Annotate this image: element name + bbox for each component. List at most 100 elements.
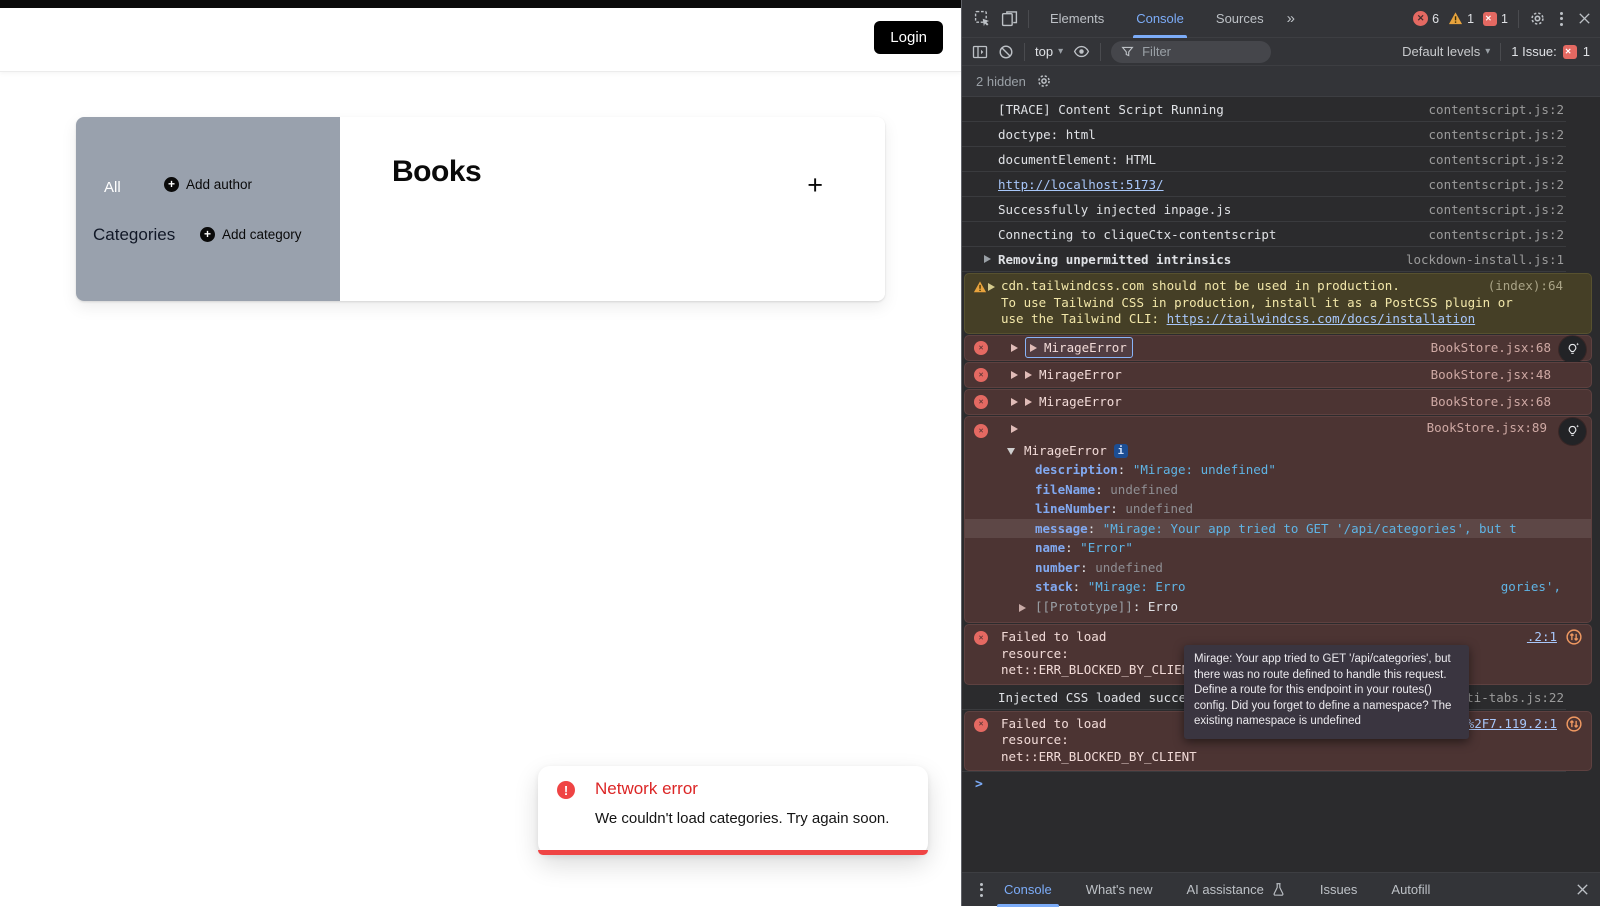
property-value-tail: gories', — [1501, 577, 1561, 597]
context-selector[interactable]: top ▾ — [1035, 44, 1063, 59]
warning-line: use the Tailwind CLI: — [1001, 311, 1167, 326]
app-header: Login — [0, 8, 961, 72]
expand-caret-icon[interactable] — [1011, 398, 1018, 406]
resource-link[interactable]: .2:1 — [1527, 629, 1557, 646]
error-exclamation-icon — [557, 781, 575, 799]
drawer-tab-label: AI assistance — [1187, 873, 1264, 907]
log-row: Successfully injected inpage.js contents… — [962, 197, 1600, 222]
source-link[interactable]: BookStore.jsx:68 — [1431, 336, 1551, 360]
error-object-name: MirageError — [1024, 443, 1107, 458]
prototype-row[interactable]: [[Prototype]]: Erro — [965, 597, 1591, 617]
focused-error-object[interactable]: MirageError — [1025, 337, 1133, 358]
add-author-button[interactable]: Add author — [164, 177, 252, 192]
drawer-tab-label: Issues — [1320, 873, 1358, 907]
books-panel: All Add author Categories Add category B… — [76, 117, 885, 301]
drawer-tab-whats-new[interactable]: What's new — [1069, 873, 1170, 907]
warning-triangle-icon — [973, 280, 987, 294]
log-text: Successfully injected inpage.js — [998, 202, 1231, 217]
tailwind-docs-link[interactable]: https://tailwindcss.com/docs/installatio… — [1167, 311, 1476, 326]
network-request-icon[interactable] — [1565, 628, 1583, 646]
add-category-button[interactable]: Add category — [200, 227, 302, 242]
add-book-button[interactable]: + — [807, 172, 823, 199]
close-drawer-icon[interactable] — [1575, 882, 1590, 897]
error-line: resource: — [1001, 646, 1069, 661]
source-link[interactable]: contentscript.js:2 — [1429, 197, 1564, 222]
expand-caret-icon[interactable] — [984, 255, 991, 263]
expand-caret-icon[interactable] — [1011, 371, 1018, 379]
more-options-icon[interactable] — [1556, 8, 1567, 30]
close-devtools-icon[interactable] — [1577, 11, 1592, 26]
source-link[interactable]: (index):64 — [1488, 278, 1563, 295]
info-badge-icon[interactable]: i — [1114, 444, 1128, 458]
error-line: Failed to load — [1001, 629, 1106, 644]
error-row: MirageError BookStore.jsx:68 — [964, 335, 1592, 361]
log-text: doctype: html — [998, 127, 1096, 142]
error-row: MirageError BookStore.jsx:48 — [964, 362, 1592, 388]
filter-box[interactable] — [1111, 41, 1271, 63]
log-text: documentElement: HTML — [998, 152, 1156, 167]
drawer-tab-issues[interactable]: Issues — [1303, 873, 1375, 907]
object-property-row: number: undefined — [965, 558, 1591, 578]
expand-caret-icon[interactable] — [1025, 398, 1032, 406]
app-page: Login All Add author Categories Add cate… — [0, 0, 961, 906]
expand-caret-icon[interactable] — [1011, 344, 1018, 352]
property-value: undefined — [1125, 501, 1193, 516]
login-button[interactable]: Login — [874, 21, 943, 54]
source-link[interactable]: lockdown-install.js:1 — [1406, 247, 1564, 272]
source-link[interactable]: contentscript.js:2 — [1429, 172, 1564, 197]
url-link[interactable]: http://localhost:5173/ — [998, 177, 1164, 192]
object-property-row-highlighted[interactable]: message: "Mirage: Your app tried to GET … — [965, 519, 1591, 539]
device-toolbar-icon[interactable] — [1001, 10, 1018, 27]
drawer-menu-icon[interactable] — [976, 879, 987, 901]
warning-message: cdn.tailwindcss.com should not be used i… — [964, 273, 1592, 334]
tab-sources[interactable]: Sources — [1205, 0, 1275, 38]
error-circle-icon — [1413, 11, 1428, 26]
issues-count: 1 — [1583, 44, 1590, 59]
object-property-row: fileName: undefined — [965, 480, 1591, 500]
source-link[interactable]: BookStore.jsx:89 — [1427, 418, 1547, 438]
inspect-element-icon[interactable] — [974, 10, 991, 27]
eye-icon[interactable] — [1073, 43, 1090, 60]
settings-gear-icon[interactable] — [1036, 73, 1052, 89]
console-prompt[interactable]: > — [962, 771, 1600, 795]
warning-count-badge[interactable]: 1 — [1448, 11, 1474, 26]
expand-caret-icon[interactable] — [988, 283, 995, 291]
object-property-row: description: "Mirage: undefined" — [965, 460, 1591, 480]
log-row-expandable: Removing unpermitted intrinsics lockdown… — [962, 247, 1600, 272]
tab-elements[interactable]: Elements — [1039, 0, 1115, 38]
source-link[interactable]: contentscript.js:2 — [1429, 147, 1564, 172]
drawer-tab-ai-assistance[interactable]: AI assistance — [1170, 873, 1303, 907]
more-tabs-icon[interactable]: » — [1285, 10, 1297, 27]
status-badges: 6 1 1 — [1413, 11, 1508, 26]
error-circle-icon — [974, 368, 988, 382]
issues-counter[interactable]: 1 Issue: 1 — [1511, 44, 1590, 59]
filter-all-item[interactable]: All — [104, 179, 121, 196]
source-link[interactable]: contentscript.js:2 — [1429, 97, 1564, 122]
filter-input[interactable] — [1140, 43, 1250, 60]
source-link[interactable]: contentscript.js:2 — [1429, 122, 1564, 147]
source-link[interactable]: BookStore.jsx:48 — [1431, 363, 1551, 387]
issue-count-badge[interactable]: 1 — [1483, 12, 1508, 26]
collapse-caret-icon[interactable] — [1011, 425, 1018, 433]
clear-console-icon[interactable] — [998, 44, 1014, 60]
log-levels-selector[interactable]: Default levels ▾ — [1402, 44, 1490, 59]
tab-console[interactable]: Console — [1125, 0, 1195, 38]
error-object-name-row[interactable]: MirageError i — [965, 441, 1591, 461]
network-request-icon[interactable] — [1565, 715, 1583, 733]
issue-icon — [1563, 45, 1577, 59]
expand-caret-icon[interactable] — [1025, 371, 1032, 379]
source-link[interactable]: contentscript.js:2 — [1429, 222, 1564, 247]
property-key: [[Prototype]] — [1035, 599, 1133, 614]
source-link[interactable]: BookStore.jsx:68 — [1431, 390, 1551, 414]
drawer-tab-autofill[interactable]: Autofill — [1374, 873, 1447, 907]
error-line: Failed to load — [1001, 716, 1106, 731]
property-key: number — [1035, 560, 1080, 575]
chevron-down-icon: ▾ — [1485, 46, 1490, 57]
console-sidebar-toggle-icon[interactable] — [972, 44, 988, 60]
message-tooltip: Mirage: Your app tried to GET '/api/cate… — [1184, 645, 1469, 739]
error-count: 6 — [1432, 12, 1439, 26]
drawer-tab-console[interactable]: Console — [987, 873, 1069, 907]
ai-insight-bulb-icon[interactable] — [1559, 336, 1586, 363]
settings-gear-icon[interactable] — [1529, 10, 1546, 27]
error-count-badge[interactable]: 6 — [1413, 11, 1439, 26]
